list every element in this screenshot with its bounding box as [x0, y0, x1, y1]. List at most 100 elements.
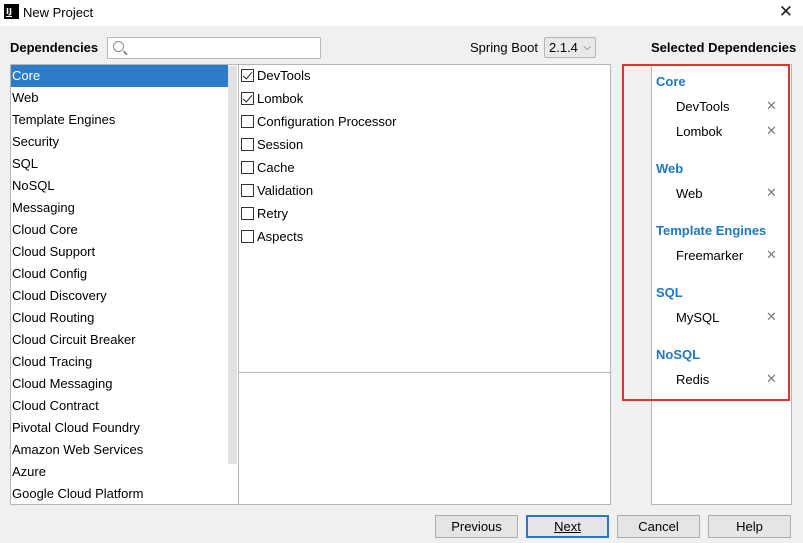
- category-item[interactable]: Cloud Tracing: [11, 351, 228, 373]
- dependency-item[interactable]: Configuration Processor: [239, 111, 610, 134]
- spring-boot-label: Spring Boot: [470, 40, 538, 55]
- category-item[interactable]: Cloud Config: [11, 263, 228, 285]
- category-item[interactable]: Cloud Core: [11, 219, 228, 241]
- checkbox-unchecked[interactable]: [241, 207, 254, 220]
- checkbox-checked[interactable]: [241, 69, 254, 82]
- dependency-item[interactable]: DevTools: [239, 65, 610, 88]
- selected-group-title: SQL: [656, 285, 683, 300]
- search-field[interactable]: [107, 37, 321, 59]
- category-label: Cloud Tracing: [12, 354, 93, 369]
- category-item[interactable]: SQL: [11, 153, 228, 175]
- category-item[interactable]: Google Cloud Platform: [11, 483, 228, 504]
- previous-button[interactable]: Previous: [435, 515, 518, 538]
- checkbox-unchecked[interactable]: [241, 184, 254, 197]
- window-title: New Project: [23, 5, 94, 20]
- dependency-label: Configuration Processor: [257, 114, 397, 129]
- category-item[interactable]: Cloud Support: [11, 241, 228, 263]
- cancel-button[interactable]: Cancel: [617, 515, 700, 538]
- category-item[interactable]: Azure: [11, 461, 228, 483]
- dependency-item[interactable]: Session: [239, 134, 610, 157]
- category-item[interactable]: Cloud Discovery: [11, 285, 228, 307]
- dependency-label: Validation: [257, 183, 314, 198]
- remove-icon[interactable]: ✕: [766, 124, 777, 139]
- category-label: Cloud Discovery: [12, 288, 107, 303]
- dependency-label: Cache: [257, 160, 295, 175]
- selected-dependency-item: Lombok: [676, 124, 723, 139]
- category-label: SQL: [12, 156, 39, 171]
- category-item[interactable]: Amazon Web Services: [11, 439, 228, 461]
- dependency-item[interactable]: Retry: [239, 203, 610, 226]
- dependency-description-panel: [238, 372, 611, 505]
- dependency-label: Session: [257, 137, 304, 152]
- next-button[interactable]: Next: [526, 515, 609, 538]
- selected-dependencies-heading: Selected Dependencies: [651, 40, 797, 55]
- selected-group-title: Web: [656, 161, 684, 176]
- category-item[interactable]: Pivotal Cloud Foundry: [11, 417, 228, 439]
- category-item[interactable]: Cloud Circuit Breaker: [11, 329, 228, 351]
- dependency-label: Aspects: [257, 229, 304, 244]
- category-item[interactable]: Web: [11, 87, 228, 109]
- category-item[interactable]: Cloud Routing: [11, 307, 228, 329]
- category-item[interactable]: NoSQL: [11, 175, 228, 197]
- remove-icon[interactable]: ✕: [766, 99, 777, 114]
- intellij-app-icon: IJ: [4, 4, 19, 19]
- category-label: Cloud Circuit Breaker: [12, 332, 136, 347]
- category-label: Cloud Contract: [12, 398, 99, 413]
- close-icon[interactable]: ✕: [779, 2, 793, 22]
- category-label: Cloud Support: [12, 244, 96, 259]
- dependency-label: Retry: [257, 206, 289, 221]
- selected-dependency-item: MySQL: [676, 310, 720, 325]
- category-label: NoSQL: [12, 178, 55, 193]
- category-label: Web: [12, 90, 39, 105]
- chevron-down-icon: ⌵: [583, 42, 591, 53]
- selected-dependency-item: Freemarker: [676, 248, 744, 263]
- dependencies-label: Dependencies: [10, 40, 99, 55]
- selected-dependency-item: Redis: [676, 372, 710, 387]
- category-label: Google Cloud Platform: [12, 486, 144, 501]
- category-list-scrollbar[interactable]: [228, 66, 237, 464]
- remove-icon[interactable]: ✕: [766, 186, 777, 201]
- checkbox-unchecked[interactable]: [241, 230, 254, 243]
- category-label: Cloud Core: [12, 222, 78, 237]
- category-item[interactable]: Security: [11, 131, 228, 153]
- dependency-label: DevTools: [257, 68, 311, 83]
- category-label: Core: [12, 68, 41, 83]
- category-label: Security: [12, 134, 59, 149]
- category-item[interactable]: Core: [11, 65, 228, 87]
- search-input[interactable]: [128, 39, 316, 57]
- spring-boot-version-value: 2.1.4: [549, 40, 578, 55]
- category-item[interactable]: Cloud Messaging: [11, 373, 228, 395]
- checkbox-unchecked[interactable]: [241, 115, 254, 128]
- selected-group-title: Core: [656, 74, 686, 89]
- dependency-item[interactable]: Lombok: [239, 88, 610, 111]
- remove-icon[interactable]: ✕: [766, 372, 777, 387]
- category-label: Cloud Config: [12, 266, 88, 281]
- selected-group-title: Template Engines: [656, 223, 767, 238]
- category-item[interactable]: Cloud Contract: [11, 395, 228, 417]
- category-label: Amazon Web Services: [12, 442, 144, 457]
- category-label: Cloud Messaging: [12, 376, 113, 391]
- category-item[interactable]: Messaging: [11, 197, 228, 219]
- dependency-checkbox-list: DevTools Lombok Configuration Processor Ses…: [238, 64, 611, 374]
- dependency-item[interactable]: Cache: [239, 157, 610, 180]
- selected-group-title: NoSQL: [656, 347, 701, 362]
- remove-icon[interactable]: ✕: [766, 310, 777, 325]
- title-bar: IJ New Project ✕: [0, 0, 803, 26]
- selected-dependency-item: DevTools: [676, 99, 730, 114]
- checkbox-unchecked[interactable]: [241, 161, 254, 174]
- checkbox-unchecked[interactable]: [241, 138, 254, 151]
- category-label: Messaging: [12, 200, 75, 215]
- spring-boot-version-select[interactable]: 2.1.4 ⌵: [544, 37, 596, 58]
- selected-dependency-item: Web: [676, 186, 703, 201]
- dependency-item[interactable]: Aspects: [239, 226, 610, 249]
- dependency-label: Lombok: [257, 91, 304, 106]
- help-button[interactable]: Help: [708, 515, 791, 538]
- checkbox-checked[interactable]: [241, 92, 254, 105]
- dependency-item[interactable]: Validation: [239, 180, 610, 203]
- category-list: Core Web Template Engines Security SQL NoSQL M…: [10, 64, 239, 505]
- category-label: Azure: [12, 464, 46, 479]
- category-label: Cloud Routing: [12, 310, 95, 325]
- category-label: Template Engines: [12, 112, 116, 127]
- remove-icon[interactable]: ✕: [766, 248, 777, 263]
- category-item[interactable]: Template Engines: [11, 109, 228, 131]
